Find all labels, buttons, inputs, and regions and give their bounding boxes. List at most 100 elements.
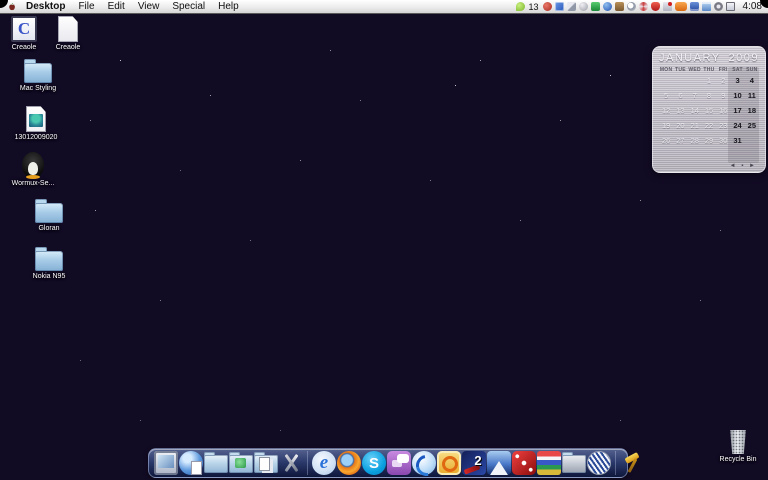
display-icon[interactable]: [725, 2, 735, 11]
desktop-icon-mac-styling[interactable]: Mac Styling: [8, 58, 68, 93]
dock-my-computer[interactable]: [154, 451, 178, 475]
gray-sphere-icon[interactable]: [578, 2, 588, 11]
dock-utilities-tools[interactable]: [279, 451, 303, 475]
dock-firefox[interactable]: [337, 451, 361, 475]
calendar-day-26[interactable]: 26: [659, 133, 673, 148]
green-app-icon[interactable]: [590, 2, 600, 11]
desktop-icon-creaole[interactable]: C Creaole: [2, 16, 46, 52]
calendar-day-20[interactable]: 20: [673, 118, 687, 133]
calendar-nav-buttons[interactable]: ◄ ▪ ►: [730, 163, 757, 169]
dock-chat-app[interactable]: [387, 451, 411, 475]
calendar-day-empty: [745, 133, 759, 148]
menu-file[interactable]: File: [78, 0, 94, 13]
volume-muted-icon[interactable]: [662, 2, 672, 11]
calendar-day-24[interactable]: 24: [730, 118, 744, 133]
calendar-day-13[interactable]: 13: [673, 103, 687, 118]
blue-globe-icon[interactable]: [602, 2, 612, 11]
calendar-day-2[interactable]: 2: [716, 73, 730, 88]
desktop-icon-label: Creaole: [55, 44, 81, 51]
calendar-day-11[interactable]: 11: [745, 88, 759, 103]
calendar-day-22[interactable]: 22: [702, 118, 716, 133]
desktop-icon-nokia-n95[interactable]: Nokia N95: [24, 246, 74, 281]
dock-ski-game[interactable]: [487, 451, 511, 475]
search-icon[interactable]: [626, 2, 636, 11]
dock-crest-logo[interactable]: [587, 451, 611, 475]
desktop-icon-gloran[interactable]: Gloran: [24, 198, 74, 233]
calendar-day-16[interactable]: 16: [716, 103, 730, 118]
dock-documents-folder[interactable]: [204, 452, 228, 473]
calendar-day-empty: [688, 73, 702, 88]
desktop-icon-creaole[interactable]: Creaole: [46, 16, 90, 52]
calendar-day-8[interactable]: 8: [702, 88, 716, 103]
calendar-day-4[interactable]: 4: [745, 73, 759, 88]
calendar-day-29[interactable]: 29: [702, 133, 716, 148]
antivirus-leaf-icon[interactable]: [515, 2, 525, 11]
red-status-icon[interactable]: [542, 2, 552, 11]
calendar-day-30[interactable]: 30: [716, 133, 730, 148]
calendar-day-3[interactable]: 3: [730, 73, 744, 88]
folder-icon: [35, 199, 63, 223]
dock: e S 2: [148, 448, 628, 478]
calendar-day-31[interactable]: 31: [730, 133, 744, 148]
menu-view[interactable]: View: [138, 0, 160, 13]
calendar-year: 2009: [728, 52, 759, 64]
dock-game-2[interactable]: 2: [462, 451, 486, 475]
calendar-day-28[interactable]: 28: [688, 133, 702, 148]
swirl-icon[interactable]: [638, 2, 648, 11]
calendar-day-17[interactable]: 17: [730, 103, 744, 118]
calendar-week-row: 5 6 7 8 9 10 11: [659, 88, 759, 103]
desktop-icon-label: 13012009020: [14, 134, 58, 141]
menu-desktop[interactable]: Desktop: [26, 0, 65, 13]
calendar-day-5[interactable]: 5: [659, 88, 673, 103]
calendar-day-27[interactable]: 27: [673, 133, 687, 148]
desktop-icon-recycle-bin[interactable]: Recycle Bin: [712, 428, 764, 464]
calendar-day-25[interactable]: 25: [745, 118, 759, 133]
dock-poker-chips[interactable]: [537, 451, 561, 475]
dock-dice-game[interactable]: [512, 451, 536, 475]
dock-open-folder[interactable]: [562, 452, 586, 473]
menu-help[interactable]: Help: [218, 0, 239, 13]
calendar-day-19[interactable]: 19: [659, 118, 673, 133]
tray-counter[interactable]: 13: [529, 2, 539, 12]
calendar-day-23[interactable]: 23: [716, 118, 730, 133]
calendar-day-6[interactable]: 6: [673, 88, 687, 103]
menu-bar: Desktop File Edit View Special Help 13 4:08: [0, 0, 768, 14]
desktop-icon-13012009020[interactable]: 13012009020: [2, 106, 70, 142]
security-shield-icon[interactable]: [650, 2, 660, 11]
calendar-day-14[interactable]: 14: [688, 103, 702, 118]
wrench-icon[interactable]: [566, 2, 576, 11]
dock-divider: [615, 451, 616, 475]
briefcase-icon[interactable]: [614, 2, 624, 11]
calendar-day-21[interactable]: 21: [688, 118, 702, 133]
menu-edit[interactable]: Edit: [108, 0, 125, 13]
image-icon: [26, 106, 46, 132]
calendar-day-7[interactable]: 7: [688, 88, 702, 103]
calendar-day-18[interactable]: 18: [745, 103, 759, 118]
clock-icon[interactable]: [713, 2, 723, 11]
calendar-day-12[interactable]: 12: [659, 103, 673, 118]
calendar-day-1[interactable]: 1: [702, 73, 716, 88]
calendar-day-10[interactable]: 10: [730, 88, 744, 103]
appc-icon: C: [11, 16, 37, 42]
dock-internet-explorer[interactable]: e: [312, 451, 336, 475]
calendar-day-9[interactable]: 9: [716, 88, 730, 103]
dock-network-globe[interactable]: [179, 451, 203, 475]
desktop-icon-wormux-se[interactable]: Wormux-Se...: [2, 152, 64, 188]
calendar-week-row: 1234: [659, 73, 759, 88]
apple-logo-icon[interactable]: [6, 1, 18, 13]
dock-messenger[interactable]: [412, 451, 436, 475]
window-icon[interactable]: [701, 2, 711, 11]
dock-divider: [307, 451, 308, 475]
dock-programs-folder[interactable]: [229, 452, 253, 473]
dock-media-app[interactable]: [437, 451, 461, 475]
dock-skype[interactable]: S: [362, 451, 386, 475]
modem-icon[interactable]: [674, 2, 687, 11]
calendar-widget[interactable]: JANUARY 2009 MON TUE WED THU FRI SAT SUN 12345…: [652, 46, 766, 173]
dock-gold-hammer[interactable]: [620, 451, 644, 475]
desktop-manager-icon[interactable]: [554, 2, 564, 11]
desktop-icon-label: Creaole: [11, 44, 37, 51]
users-icon[interactable]: [689, 2, 699, 11]
menu-special[interactable]: Special: [172, 0, 205, 13]
dock-files-folder[interactable]: [254, 452, 278, 473]
calendar-day-15[interactable]: 15: [702, 103, 716, 118]
